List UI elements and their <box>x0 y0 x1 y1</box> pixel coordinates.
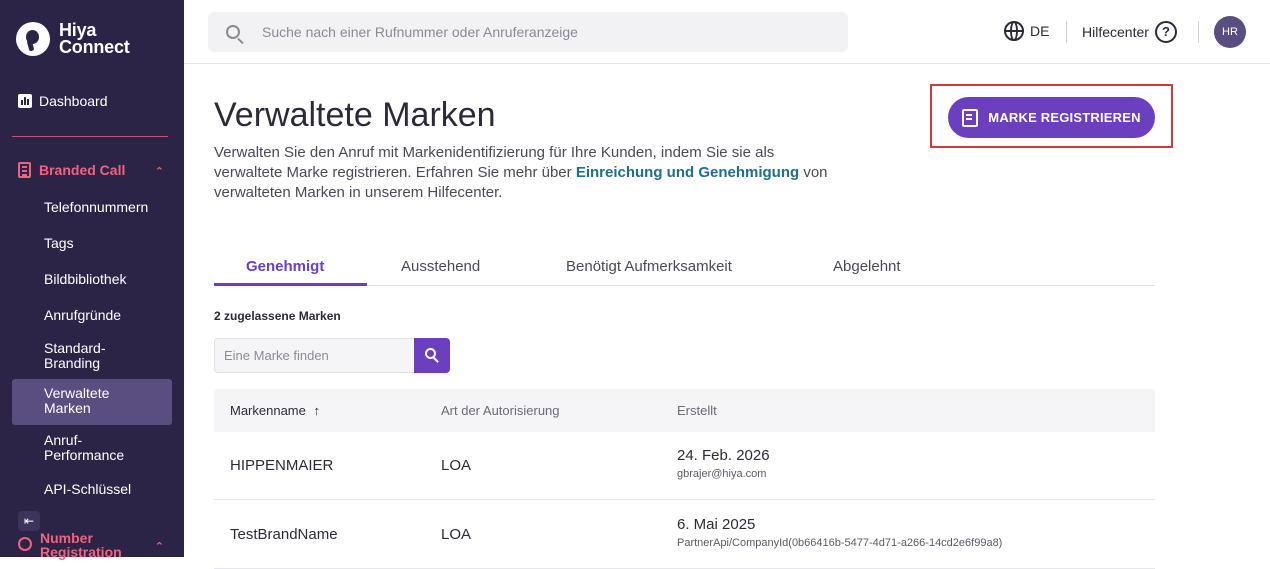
sidebar-group-label: Branded Call <box>39 162 126 178</box>
table-header: Markenname ↑ Art der Autorisierung Erste… <box>214 389 1155 432</box>
globe-icon <box>1004 21 1024 41</box>
search-icon <box>425 348 436 359</box>
sidebar-group-label: Number Registration <box>40 530 122 560</box>
number-registration-icon <box>18 537 32 551</box>
created-by: gbrajer@hiya.com <box>677 468 767 480</box>
created-date: 24. Feb. 2026 <box>677 447 770 464</box>
avatar[interactable]: HR <box>1214 16 1246 48</box>
search-icon <box>226 25 240 39</box>
brand-name-line2: Connect <box>59 37 130 57</box>
topbar-divider <box>1198 21 1199 43</box>
brand-name-cell: TestBrandName <box>230 526 338 543</box>
branded-call-icon <box>18 162 31 178</box>
sidebar-item-dashboard[interactable]: Dashboard <box>18 93 108 109</box>
created-cell: 24. Feb. 2026 gbrajer@hiya.com <box>677 447 770 480</box>
brand-search-input[interactable] <box>215 339 415 372</box>
search-input[interactable] <box>262 24 802 40</box>
brand-logo[interactable]: Hiya Connect <box>16 21 130 57</box>
brand-search <box>214 338 450 373</box>
sidebar-divider <box>12 136 168 137</box>
created-cell: 6. Mai 2025 PartnerApi/CompanyId(0b66416… <box>677 516 1002 549</box>
sidebar-item-label: Verwaltete Marken <box>44 385 110 416</box>
register-brand-icon <box>962 108 979 127</box>
language-label: DE <box>1030 23 1050 39</box>
sidebar-group-branded-call[interactable]: Branded Call ⌃ <box>18 162 168 178</box>
topbar: DE Hilfecenter ? HR <box>184 0 1270 64</box>
sidebar-item-label: Dashboard <box>39 93 108 109</box>
column-brand-name[interactable]: Markenname ↑ <box>230 403 320 418</box>
tab-genehmigt[interactable]: Genehmigt <box>246 258 324 275</box>
tab-ausstehend[interactable]: Ausstehend <box>401 258 480 275</box>
dashboard-icon <box>18 94 32 108</box>
help-center-link[interactable]: Hilfecenter ? <box>1082 21 1177 43</box>
sidebar-item-tags[interactable]: Tags <box>44 236 74 251</box>
sidebar-item-bildbibliothek[interactable]: Bildbibliothek <box>44 272 127 287</box>
sidebar: Hiya Connect Dashboard Branded Call ⌃ Te… <box>0 0 184 559</box>
sidebar-item-verwaltete-marken[interactable]: Verwaltete Marken <box>12 379 172 425</box>
brand-search-button[interactable] <box>414 338 450 373</box>
global-search[interactable] <box>208 12 848 52</box>
approved-count: 2 zugelassene Marken <box>214 309 341 323</box>
help-label: Hilfecenter <box>1082 24 1149 40</box>
tab-benoetigt-aufmerksamkeit[interactable]: Benötigt Aufmerksamkeit <box>566 258 732 275</box>
chevron-up-icon[interactable]: ⌃ <box>155 165 164 178</box>
sidebar-group-number-registration[interactable]: Number Registration ⌃ <box>18 531 168 559</box>
sort-arrow-icon: ↑ <box>313 403 321 418</box>
register-brand-label: MARKE REGISTRIEREN <box>988 110 1141 125</box>
sidebar-item-anruf-performance[interactable]: Anruf-Performance <box>44 433 144 463</box>
collapse-icon: ⇤ <box>23 514 35 528</box>
sidebar-item-api-schluessel[interactable]: API-Schlüssel <box>44 482 131 497</box>
column-authorization-type: Art der Autorisierung <box>441 403 560 418</box>
created-date: 6. Mai 2025 <box>677 516 756 533</box>
page-description: Verwalten Sie den Anruf mit Markenidenti… <box>214 143 834 203</box>
column-label: Markenname <box>230 403 306 418</box>
authorization-cell: LOA <box>441 526 472 543</box>
submission-approval-link[interactable]: Einreichung und Genehmigung <box>576 164 799 181</box>
status-tabs: Genehmigt Ausstehend Benötigt Aufmerksam… <box>214 254 1155 286</box>
collapse-sidebar-button[interactable]: ⇤ <box>18 511 40 531</box>
table-row[interactable]: HIPPENMAIER LOA 24. Feb. 2026 gbrajer@hi… <box>214 432 1155 500</box>
sidebar-item-standard-branding[interactable]: Standard-Branding <box>44 341 134 371</box>
topbar-divider <box>1066 21 1067 43</box>
brand-name-cell: HIPPENMAIER <box>230 457 334 474</box>
language-selector[interactable]: DE <box>1004 21 1049 41</box>
sidebar-item-anrufgruende[interactable]: Anrufgründe <box>44 308 121 323</box>
authorization-cell: LOA <box>441 457 472 474</box>
column-created: Erstellt <box>677 403 717 418</box>
active-tab-indicator <box>214 283 367 286</box>
created-by: PartnerApi/CompanyId(0b66416b-5477-4d71-… <box>677 537 1003 549</box>
table-row[interactable]: TestBrandName LOA 6. Mai 2025 PartnerApi… <box>214 501 1155 569</box>
chevron-up-icon[interactable]: ⌃ <box>155 540 164 554</box>
tab-abgelehnt[interactable]: Abgelehnt <box>833 258 901 275</box>
brand-name: Hiya Connect <box>59 21 130 57</box>
page-title: Verwaltete Marken <box>214 96 496 134</box>
register-brand-button[interactable]: MARKE REGISTRIEREN <box>948 97 1155 138</box>
help-icon: ? <box>1154 21 1177 43</box>
hiya-logo-icon <box>16 22 50 56</box>
sidebar-item-telefonnummern[interactable]: Telefonnummern <box>44 200 148 215</box>
